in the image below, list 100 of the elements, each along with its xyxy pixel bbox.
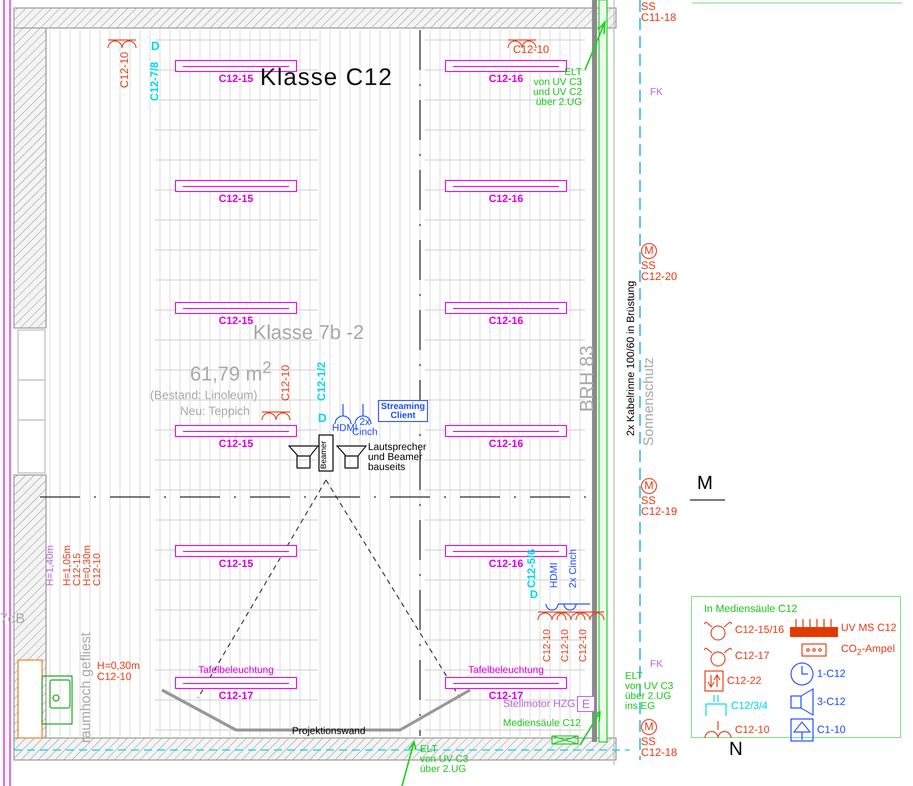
- data-outlet-label: C12-1/2: [317, 362, 328, 401]
- grid-axis-label: N: [729, 740, 743, 759]
- room-name: Klasse C12: [260, 64, 393, 92]
- legend-label: C12-10: [735, 724, 770, 736]
- e-box: E: [577, 696, 596, 712]
- luminaire-label: C12-16: [488, 193, 524, 206]
- luminaire-label: C12-16: [488, 438, 524, 451]
- circuit-label: SS C12-20: [641, 261, 678, 283]
- socket-icon: [556, 612, 586, 620]
- legend-label: C12-17: [735, 650, 770, 662]
- circuit-label: C12-10: [579, 629, 589, 662]
- hvac-label: H=1,40m: [46, 545, 56, 586]
- hvac-label: Stellmotor HZG: [503, 699, 576, 710]
- supply-arrow-icon: [579, 710, 601, 746]
- luminaire-icon: [175, 545, 297, 557]
- socket-icon: [108, 40, 136, 48]
- media-label: 2x Cinch: [569, 549, 579, 588]
- legend-label: C12-15/16: [735, 624, 784, 636]
- luminaire-icon: [445, 425, 567, 437]
- luminaire-icon: [445, 180, 567, 192]
- socket-icon: [262, 412, 290, 420]
- speaker-icon: [790, 688, 814, 716]
- circuit-label: SS C12-19: [641, 496, 678, 518]
- luminaire-icon: [175, 302, 297, 314]
- luminaire-label: C12-16: [488, 73, 524, 86]
- data-outlet-icon: [704, 694, 728, 718]
- circuit-label: C12-10: [561, 629, 571, 662]
- former-room-name: Klasse 7b -2: [253, 322, 364, 345]
- legend-label: C1-10: [817, 724, 846, 736]
- speaker-icon: [336, 446, 368, 468]
- circuit-label: C12-10: [281, 364, 292, 401]
- luminaire-label: C12-16: [488, 558, 524, 571]
- legend-label: 3-C12: [817, 696, 846, 708]
- circuit-label: C12-10: [120, 52, 131, 88]
- data-outlet-label: D: [318, 412, 327, 424]
- luminaire-icon: [175, 180, 297, 192]
- socket-icon: [704, 720, 732, 740]
- supply-note: ELT von UV C3 und UV C2 über 2.UG: [533, 68, 582, 108]
- washbasin-icon: [42, 676, 72, 724]
- luminaire-label: C12-16: [488, 315, 524, 328]
- motor-symbol: M: [641, 478, 657, 494]
- room-area: 61,79 m$^{2}$: [190, 358, 272, 387]
- motor-symbol: M: [641, 719, 657, 735]
- media-outlet-icon: [334, 404, 372, 424]
- circuit-label: SS C11-18: [641, 2, 676, 24]
- streaming-client-box: Streaming Client: [378, 400, 428, 422]
- luminaire-icon: [445, 302, 567, 314]
- supply-note: Mediensäule C12: [503, 719, 581, 729]
- beamer-box: [318, 434, 334, 472]
- luminaire-icon: [175, 677, 297, 689]
- socket-icon: [576, 612, 604, 620]
- legend-label: C12/3/4: [731, 700, 768, 712]
- distribution-board-icon: [790, 618, 838, 638]
- luminaire-label: C12-17: [218, 690, 254, 703]
- room-note: Sonnenschutz: [641, 357, 655, 446]
- note-text: Beamer: [320, 440, 328, 469]
- legend-title: In Mediensäule C12: [704, 603, 798, 615]
- media-column-icon: [552, 736, 578, 744]
- luminaire-icon: [445, 677, 567, 689]
- circuit-label: SS C12-18: [641, 737, 678, 759]
- clock-icon: [790, 662, 814, 686]
- legend-label: C12-22: [727, 675, 762, 687]
- circuit-label: H=0,30m C12-10: [97, 661, 140, 682]
- luminaire-label: C12-15: [218, 315, 254, 328]
- luminaire-label: C12-15: [218, 558, 254, 571]
- circuit-label: H=1,05m C12-15 H=0,30m C12-10: [63, 545, 103, 586]
- socket-icon: [538, 612, 566, 620]
- legend-label: UV MS C12: [841, 622, 896, 634]
- room-note: BRH 83: [578, 345, 597, 412]
- legend-label: CO$_{2}$-Ampel: [841, 642, 895, 658]
- note-text: 2x Kabelrinne 100/60 in Brüstung: [626, 280, 636, 436]
- luminaire-label: C12-15: [218, 438, 254, 451]
- data-outlet-label: D: [530, 590, 538, 601]
- legend-label: 1-C12: [817, 668, 846, 680]
- hvac-label: FK: [650, 88, 663, 98]
- switch-icon: [704, 670, 724, 692]
- grid-axis-label: M: [697, 474, 713, 493]
- motor-symbol: M: [641, 243, 657, 259]
- alarm-button-icon: [790, 718, 814, 742]
- supply-arrow-icon: [401, 740, 417, 786]
- supply-arrow-icon: [584, 20, 606, 71]
- data-outlet-label: D: [151, 40, 160, 52]
- luminaire-caption: Tafelbeleuchtung: [198, 665, 274, 677]
- luminaire-caption: Tafelbeleuchtung: [468, 665, 544, 677]
- note-text: Projektionswand: [292, 727, 366, 737]
- media-outlet-icon: [546, 604, 590, 610]
- data-outlet-label: C12-5/6: [527, 548, 538, 588]
- circuit-label: C12-10: [513, 45, 550, 56]
- room-note: raumhoch gefliest: [78, 632, 92, 743]
- floor-note: Neu: Teppich: [180, 404, 250, 418]
- hvac-label: FK: [650, 660, 663, 670]
- media-label: HDMI: [550, 562, 560, 588]
- speaker-icon: [288, 446, 320, 468]
- circuit-label: C12-10: [543, 629, 553, 662]
- luminaire-icon: [445, 60, 567, 72]
- data-outlet-label: C12-7/8: [150, 62, 161, 101]
- luminaire-label: C12-15: [218, 193, 254, 206]
- floor-note: (Bestand: Linoleum): [150, 388, 258, 402]
- luminaire-label: C12-15: [218, 73, 254, 86]
- luminaire-icon: [175, 425, 297, 437]
